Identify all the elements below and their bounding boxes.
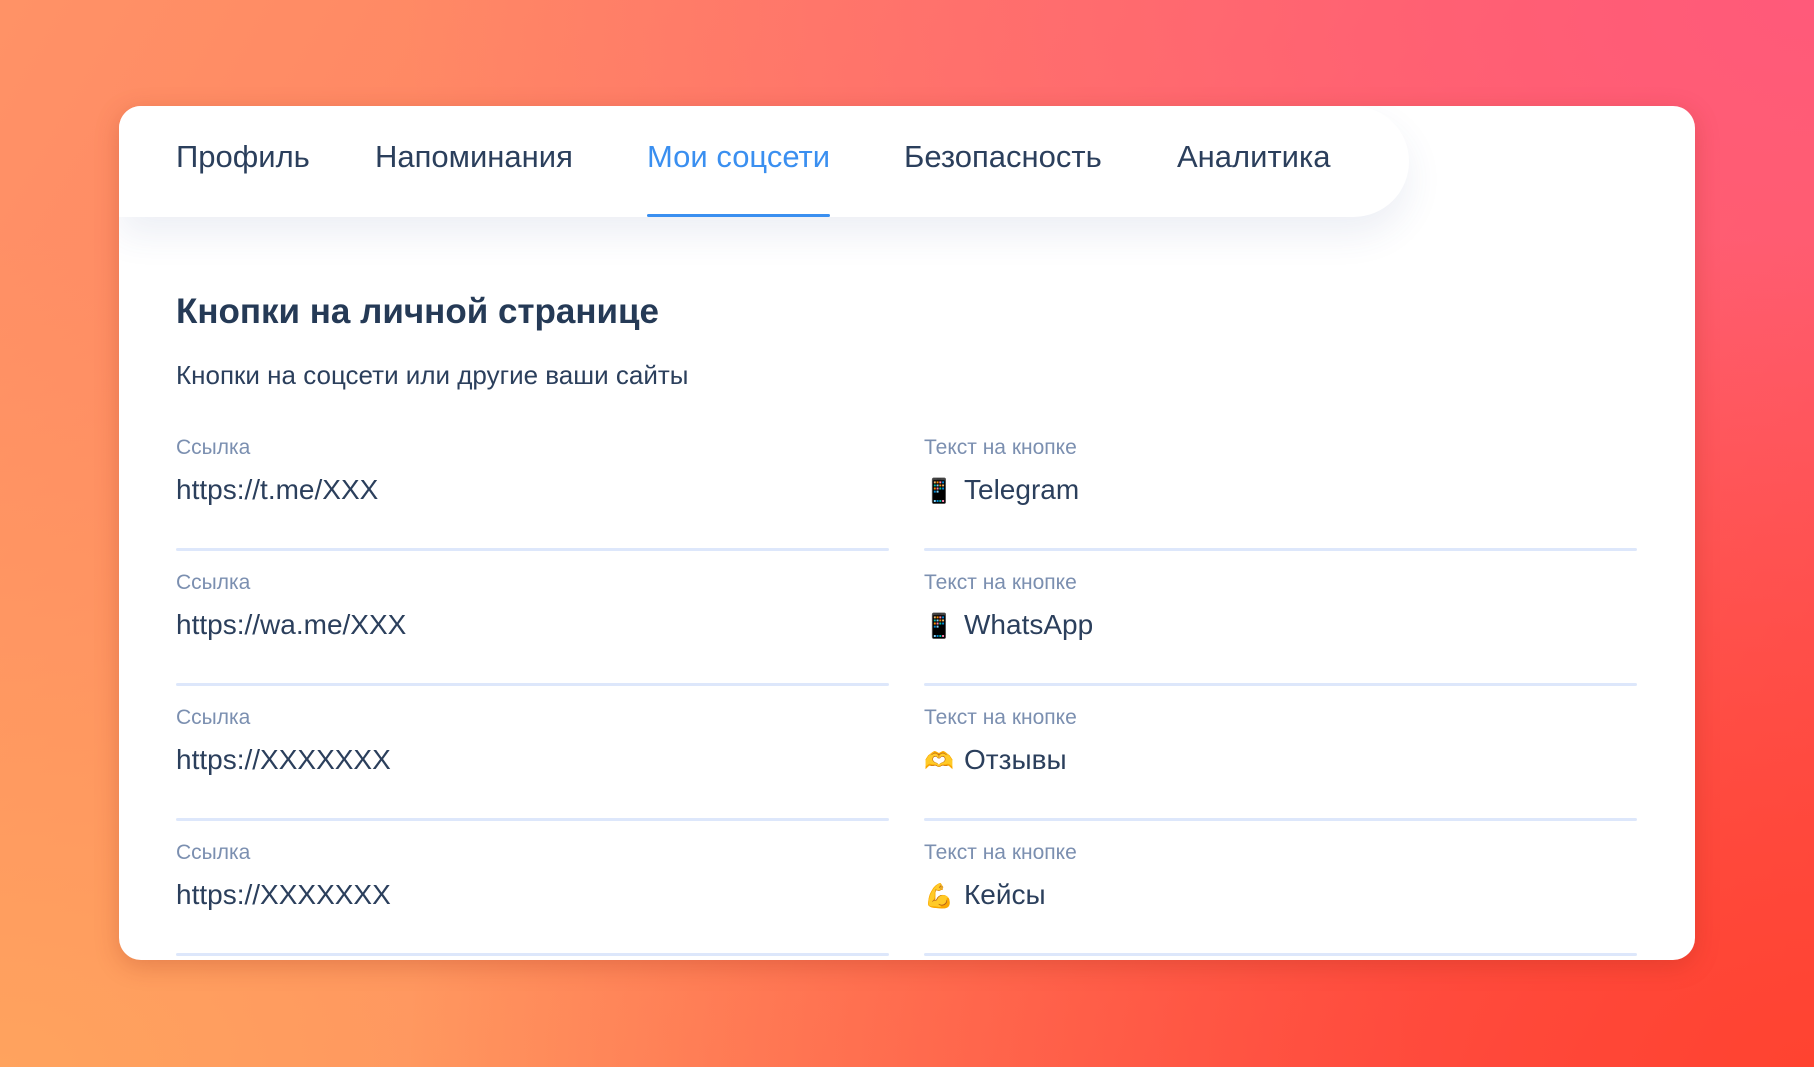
settings-card: Профиль Напоминания Мои соцсети Безопасн… <box>119 106 1695 960</box>
field-underline <box>176 548 889 551</box>
button-text-field[interactable]: Текст на кнопке 🫶 Отзывы <box>924 706 1637 821</box>
field-underline <box>176 953 889 956</box>
button-text-label: Текст на кнопке <box>924 436 1077 459</box>
button-text-value[interactable]: Кейсы <box>964 879 1046 910</box>
link-field-label: Ссылка <box>176 841 251 864</box>
tab-reminders[interactable]: Напоминания <box>375 106 573 217</box>
mobile-phone-icon: 📱 <box>924 478 954 505</box>
button-text-field[interactable]: Текст на кнопке 📱 Telegram <box>924 436 1637 551</box>
field-underline <box>176 683 889 686</box>
field-underline <box>176 818 889 821</box>
link-field[interactable]: Ссылка https://t.me/XXX <box>176 436 889 551</box>
button-text-label: Текст на кнопке <box>924 706 1077 729</box>
link-field-label: Ссылка <box>176 706 251 729</box>
button-text-label: Текст на кнопке <box>924 571 1077 594</box>
link-field[interactable]: Ссылка https://XXXXXXX <box>176 706 889 821</box>
link-field-label: Ссылка <box>176 571 251 594</box>
button-text-value-wrap[interactable]: 📱 Telegram <box>924 474 1079 506</box>
button-text-value-wrap[interactable]: 🫶 Отзывы <box>924 744 1067 776</box>
button-text-value-wrap[interactable]: 💪 Кейсы <box>924 879 1046 911</box>
field-underline <box>924 953 1637 956</box>
button-text-label: Текст на кнопке <box>924 841 1077 864</box>
heart-hands-icon: 🫶 <box>924 748 954 775</box>
link-field-value[interactable]: https://XXXXXXX <box>176 744 391 776</box>
button-text-field[interactable]: Текст на кнопке 💪 Кейсы <box>924 841 1637 956</box>
button-text-field[interactable]: Текст на кнопке 📱 WhatsApp <box>924 571 1637 686</box>
tab-analytics[interactable]: Аналитика <box>1177 106 1330 217</box>
tab-my-socials[interactable]: Мои соцсети <box>647 106 831 217</box>
button-text-value[interactable]: Отзывы <box>964 744 1067 775</box>
mobile-phone-icon: 📱 <box>924 613 954 640</box>
link-field-value[interactable]: https://XXXXXXX <box>176 879 391 911</box>
tab-bar: Профиль Напоминания Мои соцсети Безопасн… <box>119 106 1409 217</box>
flexed-biceps-icon: 💪 <box>924 883 954 910</box>
link-field[interactable]: Ссылка https://wa.me/XXX <box>176 571 889 686</box>
section-subtitle: Кнопки на соцсети или другие ваши сайты <box>176 360 689 390</box>
button-text-value-wrap[interactable]: 📱 WhatsApp <box>924 609 1093 641</box>
field-underline <box>924 548 1637 551</box>
link-field-value[interactable]: https://wa.me/XXX <box>176 609 406 641</box>
link-field-label: Ссылка <box>176 436 251 459</box>
button-text-value[interactable]: WhatsApp <box>964 609 1093 640</box>
link-field-value[interactable]: https://t.me/XXX <box>176 474 378 506</box>
button-text-value[interactable]: Telegram <box>964 474 1079 505</box>
section-title: Кнопки на личной странице <box>176 292 660 331</box>
tab-profile[interactable]: Профиль <box>176 106 310 217</box>
tab-security[interactable]: Безопасность <box>904 106 1102 217</box>
field-underline <box>924 683 1637 686</box>
field-underline <box>924 818 1637 821</box>
link-field[interactable]: Ссылка https://XXXXXXX <box>176 841 889 956</box>
